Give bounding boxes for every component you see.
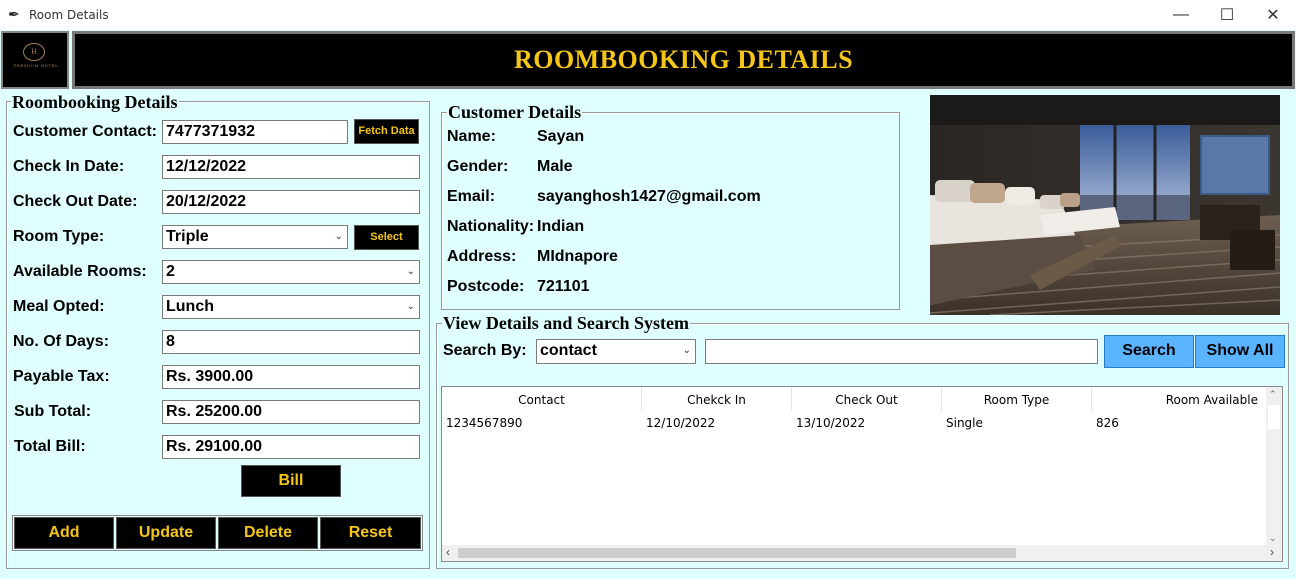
header-banner: ROOMBOOKING DETAILS [72,31,1295,89]
sub-total-input[interactable]: Rs. 25200.00 [162,400,420,424]
vertical-scroll-thumb[interactable] [1268,405,1280,429]
check-in-input[interactable]: 12/12/2022 [162,155,420,179]
available-rooms-select[interactable]: 2 ⌄ [162,260,420,284]
customer-name-value: Sayan [537,128,585,145]
window-titlebar: ✒ Room Details — ☐ ✕ [0,0,1296,30]
column-header-room-type[interactable]: Room Type [942,387,1092,411]
table-cell: 13/10/2022 [796,416,866,430]
column-header-contact[interactable]: Contact [442,387,642,411]
select-room-button[interactable]: Select [354,225,419,250]
days-label: No. Of Days: [13,333,110,350]
vertical-scrollbar[interactable]: ⌃ ⌄ [1266,387,1282,547]
hotel-logo: H PREMIUM HOTEL [1,31,69,89]
customer-address-label: Address: [447,248,517,265]
available-rooms-label: Available Rooms: [13,263,147,280]
customer-nationality-label: Nationality: [447,218,535,235]
bill-button[interactable]: Bill [241,465,341,497]
total-bill-input[interactable]: Rs. 29100.00 [162,435,420,459]
sub-total-label: Sub Total: [14,403,92,420]
customer-name-label: Name: [447,128,496,145]
table-row[interactable]: 1234567890 12/10/2022 13/10/2022 Single … [442,413,1266,431]
add-button[interactable]: Add [14,517,114,549]
room-type-label: Room Type: [13,228,105,245]
meal-label: Meal Opted: [13,298,105,315]
delete-button[interactable]: Delete [218,517,318,549]
page-title: ROOMBOOKING DETAILS [513,45,854,74]
customer-postcode-label: Postcode: [447,278,525,295]
customer-gender-value: Male [537,158,573,175]
close-icon[interactable]: ✕ [1250,0,1296,30]
customer-email-label: Email: [447,188,496,205]
available-rooms-value: 2 [166,263,175,280]
meal-select[interactable]: Lunch ⌄ [162,295,420,319]
horizontal-scrollbar[interactable]: ‹ › [442,545,1282,561]
check-in-label: Check In Date: [13,158,125,175]
search-button[interactable]: Search [1104,335,1194,368]
logo-monogram: H [23,43,45,61]
check-out-input[interactable]: 20/12/2022 [162,190,420,214]
scroll-down-icon[interactable]: ⌄ [1269,533,1277,544]
meal-value: Lunch [166,298,214,315]
window-title: Room Details [29,8,109,22]
scroll-up-icon[interactable]: ⌃ [1269,389,1277,400]
tax-input[interactable]: Rs. 3900.00 [162,365,420,389]
chevron-down-icon[interactable]: ⌄ [407,261,415,283]
customer-contact-label: Customer Contact: [13,123,158,140]
customer-postcode-value: 721101 [537,278,590,295]
column-header-check-out[interactable]: Check Out [792,387,942,411]
customer-contact-input[interactable]: 7477371932 [162,120,348,144]
minimize-icon[interactable]: — [1158,0,1204,30]
tax-label: Payable Tax: [13,368,110,385]
days-input[interactable]: 8 [162,330,420,354]
maximize-icon[interactable]: ☐ [1204,0,1250,30]
table-cell: 12/10/2022 [646,416,716,430]
booking-table[interactable]: Contact Chekck In Check Out Room Type Ro… [441,386,1283,562]
table-cell: 826 [1096,416,1119,430]
search-frame-title: View Details and Search System [442,313,690,333]
customer-frame-title: Customer Details [447,102,583,122]
customer-email-value: sayanghosh1427@gmail.com [537,188,761,205]
search-by-select[interactable]: contact ⌄ [536,339,696,364]
hotel-room-photo [930,95,1280,315]
chevron-down-icon[interactable]: ⌄ [683,340,691,362]
column-header-room-available[interactable]: Room Available [1092,387,1267,411]
chevron-down-icon[interactable]: ⌄ [335,226,343,248]
search-by-label: Search By: [443,342,527,359]
feather-icon: ✒ [8,6,20,22]
search-by-value: contact [540,342,597,359]
logo-text: PREMIUM HOTEL [13,63,59,68]
reset-button[interactable]: Reset [320,517,421,549]
check-out-label: Check Out Date: [13,193,138,210]
scroll-left-icon[interactable]: ‹ [446,545,450,559]
room-type-select[interactable]: Triple ⌄ [162,225,348,249]
table-cell: Single [946,416,983,430]
total-bill-label: Total Bill: [14,438,86,455]
booking-frame-title: Roombooking Details [11,92,179,112]
customer-gender-label: Gender: [447,158,509,175]
show-all-button[interactable]: Show All [1195,335,1285,368]
customer-nationality-value: Indian [537,218,585,235]
update-button[interactable]: Update [116,517,216,549]
column-header-check-in[interactable]: Chekck In [642,387,792,411]
room-type-value: Triple [166,228,209,245]
scroll-right-icon[interactable]: › [1270,545,1274,559]
chevron-down-icon[interactable]: ⌄ [407,296,415,318]
horizontal-scroll-thumb[interactable] [458,548,1016,558]
table-cell: 1234567890 [446,416,523,430]
customer-address-value: MIdnapore [537,248,618,265]
search-input[interactable] [705,339,1098,364]
fetch-data-button[interactable]: Fetch Data [354,119,419,144]
